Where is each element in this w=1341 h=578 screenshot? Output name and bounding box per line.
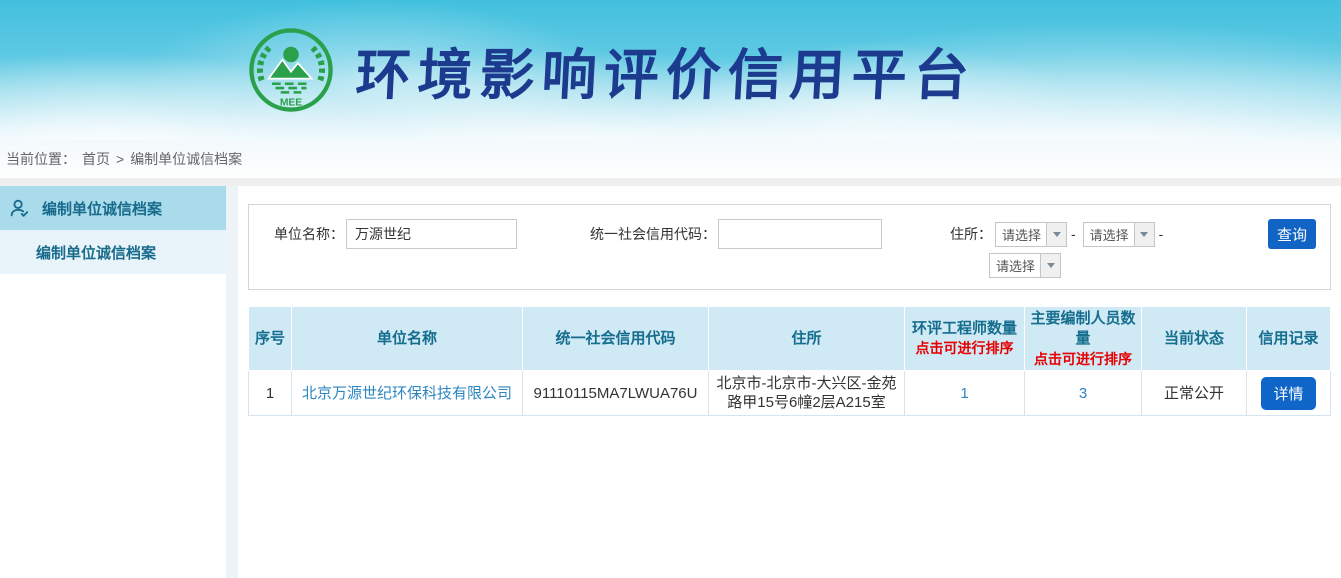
sidebar-item-label: 编制单位诚信档案 [42, 198, 162, 219]
cell-status: 正常公开 [1142, 371, 1247, 416]
chevron-down-icon[interactable] [1040, 254, 1060, 277]
main-content: 单位名称： 统一社会信用代码： 住所： 请选择 - 请选择 - 查询 [238, 186, 1341, 578]
dash-separator: - [1159, 226, 1164, 242]
company-name-label: 单位名称： [269, 224, 344, 244]
cell-credit-code: 91110115MA7LWUA76U [523, 371, 709, 416]
results-table: 序号 单位名称 统一社会信用代码 住所 环评工程师数量 点击可进行排序 主要编制… [248, 306, 1331, 416]
breadcrumb-divider [0, 178, 1341, 186]
user-check-icon [8, 197, 30, 219]
district-select-value: 请选择 [990, 254, 1040, 277]
table-header-row: 序号 单位名称 统一社会信用代码 住所 环评工程师数量 点击可进行排序 主要编制… [249, 307, 1331, 371]
col-company-name: 单位名称 [292, 307, 523, 371]
sidebar-subitem-label: 编制单位诚信档案 [36, 242, 156, 263]
cell-index: 1 [249, 371, 292, 416]
sort-hint: 点击可进行排序 [907, 339, 1022, 358]
col-status: 当前状态 [1142, 307, 1247, 371]
district-select[interactable]: 请选择 [989, 253, 1061, 278]
breadcrumb-current: 编制单位诚信档案 [130, 149, 242, 169]
sidebar-subitem-credit-archive[interactable]: 编制单位诚信档案 [0, 230, 226, 274]
search-form: 单位名称： 统一社会信用代码： 住所： 请选择 - 请选择 - 查询 [248, 204, 1331, 290]
chevron-down-icon[interactable] [1046, 223, 1066, 246]
sidebar-main-divider [226, 186, 238, 578]
breadcrumb-separator: > [116, 151, 124, 167]
staff-count-link[interactable]: 3 [1079, 385, 1087, 402]
cell-address: 北京市-北京市-大兴区-金苑路甲15号6幢2层A215室 [709, 371, 905, 416]
engineer-count-link[interactable]: 1 [960, 385, 968, 402]
city-select[interactable]: 请选择 [1083, 222, 1155, 247]
site-title: 环境影响评价信用平台 [354, 30, 978, 110]
query-button[interactable]: 查询 [1268, 219, 1316, 249]
chevron-down-icon[interactable] [1134, 223, 1154, 246]
city-select-value: 请选择 [1084, 223, 1134, 246]
logo-text: MEE [280, 97, 302, 108]
col-index: 序号 [249, 307, 292, 371]
sidebar-item-credit-archive[interactable]: 编制单位诚信档案 [0, 186, 226, 230]
mee-logo: MEE [248, 27, 334, 113]
table-row: 1 北京万源世纪环保科技有限公司 91110115MA7LWUA76U 北京市-… [249, 371, 1331, 416]
dash-separator: - [1071, 226, 1076, 242]
sidebar: 编制单位诚信档案 编制单位诚信档案 [0, 186, 226, 578]
col-engineer-count-sortable[interactable]: 环评工程师数量 点击可进行排序 [905, 307, 1025, 371]
col-credit-code: 统一社会信用代码 [523, 307, 709, 371]
col-staff-count-sortable[interactable]: 主要编制人员数量 点击可进行排序 [1025, 307, 1142, 371]
province-select[interactable]: 请选择 [995, 222, 1067, 247]
breadcrumb: 当前位置： 首页 > 编制单位诚信档案 [0, 140, 1341, 178]
col-address: 住所 [709, 307, 905, 371]
company-name-link[interactable]: 北京万源世纪环保科技有限公司 [302, 385, 512, 402]
credit-code-input[interactable] [718, 219, 882, 249]
credit-code-label: 统一社会信用代码： [583, 224, 716, 244]
breadcrumb-home-link[interactable]: 首页 [82, 149, 110, 169]
company-name-input[interactable] [346, 219, 517, 249]
address-label: 住所： [950, 224, 992, 244]
sort-hint: 点击可进行排序 [1027, 350, 1139, 369]
detail-button[interactable]: 详情 [1261, 377, 1315, 410]
province-select-value: 请选择 [996, 223, 1046, 246]
site-header: MEE 环境影响评价信用平台 [0, 0, 1341, 140]
col-credit-record: 信用记录 [1247, 307, 1331, 371]
breadcrumb-prefix: 当前位置： [6, 149, 76, 169]
